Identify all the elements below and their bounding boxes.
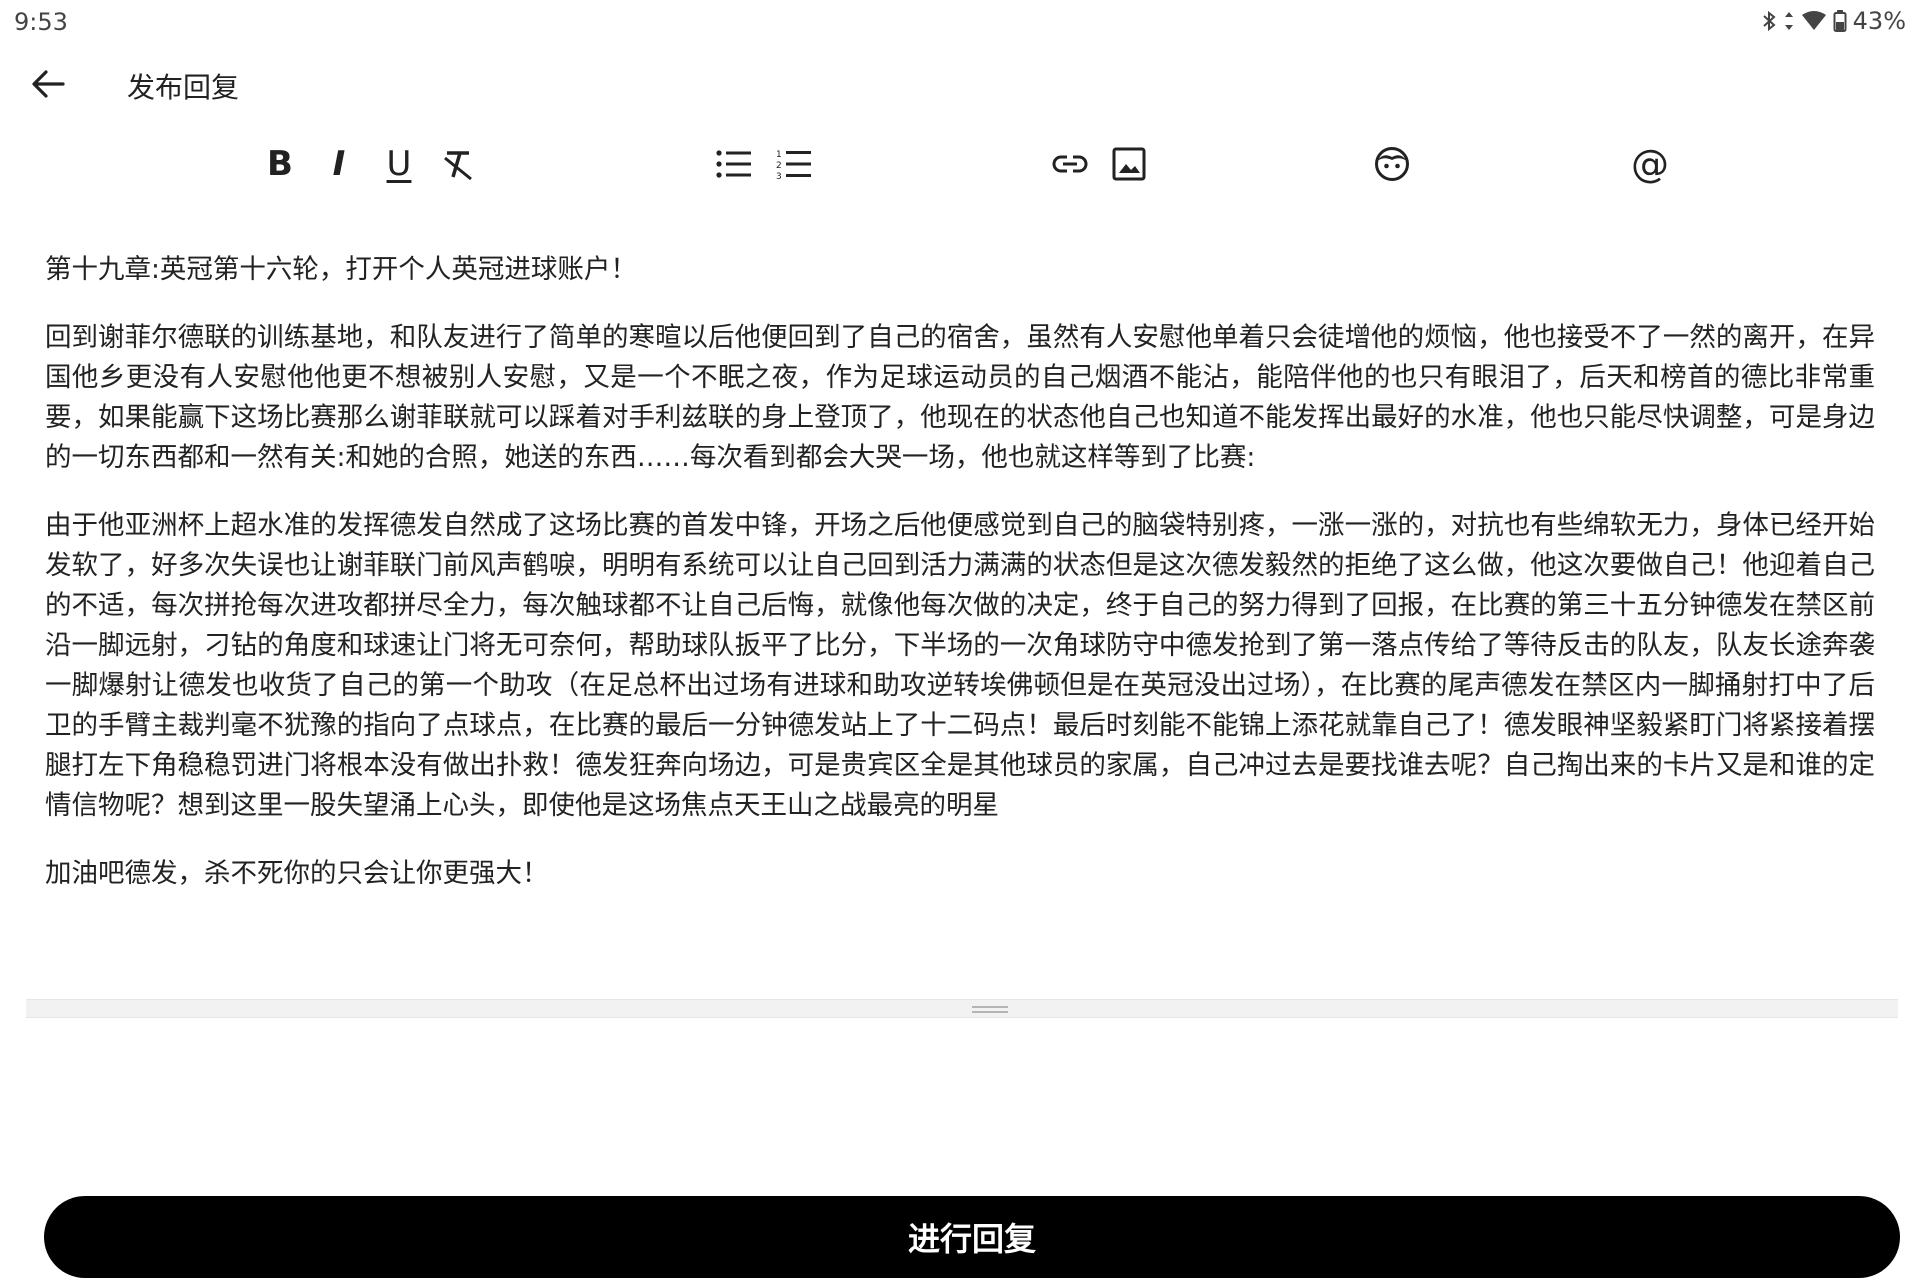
svg-text:2: 2 bbox=[776, 161, 782, 171]
mention-button[interactable]: @ bbox=[1624, 134, 1676, 194]
emoji-button[interactable] bbox=[1366, 134, 1418, 194]
italic-icon: I bbox=[332, 144, 346, 184]
reply-editor[interactable]: 第十九章:英冠第十六轮，打开个人英冠进球账户！ 回到谢菲尔德联的训练基地，和队友… bbox=[45, 250, 1875, 922]
editor-paragraph: 加油吧德发，杀不死你的只会让你更强大！ bbox=[45, 858, 549, 889]
numbered-list-icon: 1 2 3 bbox=[776, 150, 811, 180]
bold-icon: B bbox=[267, 144, 293, 184]
bold-button[interactable]: B bbox=[254, 134, 306, 194]
resize-handle[interactable] bbox=[972, 1006, 1008, 1013]
image-icon bbox=[1112, 147, 1146, 181]
data-arrows-icon bbox=[1783, 9, 1795, 33]
status-icons: 43% bbox=[1761, 7, 1906, 35]
formatting-toolbar: B I U 1 2 3 @ bbox=[0, 134, 1920, 194]
link-icon bbox=[1052, 155, 1088, 173]
editor-divider bbox=[26, 999, 1898, 1018]
wifi-icon bbox=[1801, 10, 1827, 32]
submit-reply-button[interactable]: 进行回复 bbox=[44, 1196, 1900, 1278]
clear-format-button[interactable] bbox=[432, 134, 484, 194]
status-bar: 9:53 43% bbox=[0, 0, 1920, 44]
reply-screen: 9:53 43% 发布回复 B I U 1 2 3 @ 第十九章:英冠第十六轮，… bbox=[0, 0, 1920, 1280]
app-bar: 发布回复 bbox=[0, 44, 1920, 124]
at-icon: @ bbox=[1631, 142, 1669, 186]
status-time: 9:53 bbox=[14, 8, 68, 36]
editor-paragraph: 由于他亚洲杯上超水准的发挥德发自然成了这场比赛的首发中锋，开场之后他便感觉到自己… bbox=[45, 510, 1875, 821]
insert-link-button[interactable] bbox=[1044, 134, 1096, 194]
bulleted-list-button[interactable] bbox=[708, 134, 760, 194]
bulleted-list-icon bbox=[716, 150, 751, 178]
emoji-icon bbox=[1375, 147, 1409, 181]
bluetooth-icon bbox=[1761, 9, 1777, 33]
svg-text:3: 3 bbox=[776, 172, 782, 180]
underline-button[interactable]: U bbox=[373, 134, 425, 194]
back-button[interactable] bbox=[20, 58, 76, 110]
battery-percent: 43% bbox=[1852, 7, 1906, 35]
editor-paragraph: 回到谢菲尔德联的训练基地，和队友进行了简单的寒暄以后他便回到了自己的宿舍，虽然有… bbox=[45, 322, 1875, 473]
insert-image-button[interactable] bbox=[1103, 134, 1155, 194]
italic-button[interactable]: I bbox=[313, 134, 365, 194]
clear-format-icon bbox=[444, 151, 472, 181]
arrow-back-icon bbox=[32, 70, 65, 98]
numbered-list-button[interactable]: 1 2 3 bbox=[768, 134, 820, 194]
underline-icon: U bbox=[386, 144, 412, 184]
battery-icon bbox=[1833, 9, 1847, 33]
editor-paragraph: 第十九章:英冠第十六轮，打开个人英冠进球账户！ bbox=[45, 254, 637, 285]
page-title: 发布回复 bbox=[127, 71, 240, 104]
svg-text:1: 1 bbox=[776, 150, 782, 160]
